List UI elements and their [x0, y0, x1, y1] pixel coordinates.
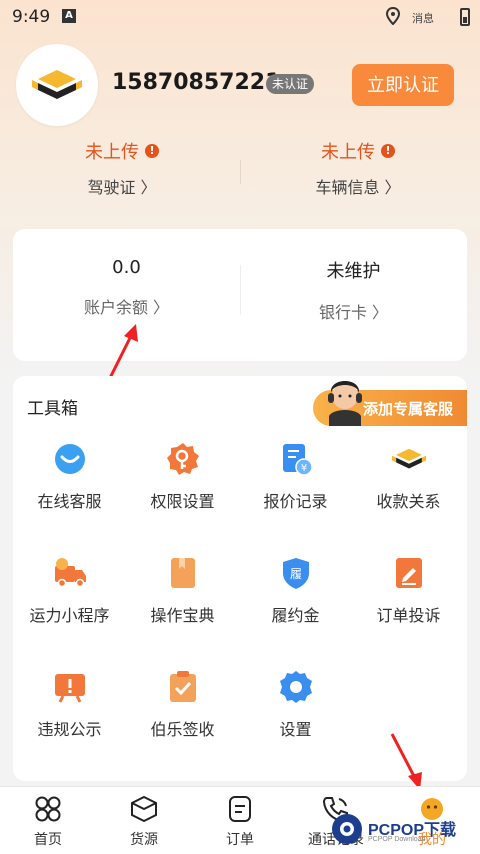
account-card: 0.0 账户余额 〉 未维护 银行卡 〉 — [13, 229, 467, 361]
settings-gear-icon — [280, 671, 312, 703]
quote-record-icon: ¥ — [283, 444, 313, 476]
tool-bole-signoff[interactable]: 伯乐签收 — [126, 670, 239, 760]
nav-label: 货源 — [130, 832, 158, 848]
toolbox-card: 工具箱 添加专属客服 在线客服 权限设置 ¥ 报价记录 收款关系 运力小程序 操… — [13, 376, 467, 781]
tool-online-service[interactable]: 在线客服 — [13, 442, 126, 532]
nav-orders[interactable]: 订单 — [192, 787, 288, 854]
warning-icon: ! — [381, 144, 395, 158]
chat-icon — [55, 444, 85, 474]
nav-label: 订单 — [226, 832, 254, 848]
tool-label: 权限设置 — [150, 492, 215, 511]
account-balance-value: 0.0 — [112, 257, 141, 278]
warning-icon: ! — [145, 144, 159, 158]
brand-logo-icon — [32, 70, 82, 99]
toolbox-title: 工具箱 — [27, 399, 78, 419]
complaint-icon — [396, 558, 422, 588]
status-bar: 9:49 A 消息 — [0, 0, 480, 34]
key-gear-icon — [167, 443, 199, 475]
tool-performance-deposit[interactable]: 履 履约金 — [239, 556, 352, 646]
bank-card-value: 未维护 — [326, 261, 381, 282]
book-icon — [171, 558, 195, 588]
bank-card-item[interactable]: 未维护 银行卡 〉 — [240, 229, 467, 361]
shield-deposit-icon: 履 — [283, 558, 309, 589]
notification-a-icon: A — [62, 9, 76, 23]
verify-now-button[interactable]: 立即认证 — [352, 64, 454, 106]
nav-label: 首页 — [34, 832, 62, 848]
customer-agent-icon — [328, 381, 362, 426]
tool-label: 运力小程序 — [29, 606, 110, 625]
watermark: PCPOP下载 PCPOP Download — [330, 808, 480, 854]
user-phone: 15870857221 — [112, 70, 281, 95]
status-time: 9:49 — [12, 7, 51, 27]
tool-order-complaint[interactable]: 订单投诉 — [352, 556, 465, 646]
home-grid-icon — [35, 796, 61, 822]
avatar[interactable] — [16, 44, 98, 126]
vehicle-info-label: 车辆信息 〉 — [315, 178, 401, 197]
alert-board-icon — [55, 674, 85, 703]
tool-capacity-miniprogram[interactable]: 运力小程序 — [13, 556, 126, 646]
tool-label: 违规公示 — [37, 720, 102, 739]
verify-status-badge: 未认证 — [266, 74, 315, 94]
tool-label: 收款关系 — [376, 492, 441, 511]
cargo-box-icon — [131, 795, 157, 823]
svg-text:¥: ¥ — [301, 463, 307, 474]
svg-text:履: 履 — [290, 567, 302, 581]
tool-violation-notice[interactable]: 违规公示 — [13, 670, 126, 760]
order-icon — [229, 796, 251, 822]
driver-license-label: 驾驶证 〉 — [87, 178, 157, 197]
tool-quote-record[interactable]: ¥ 报价记录 — [239, 442, 352, 532]
annotation-arrow-icon — [390, 733, 422, 790]
tool-settings[interactable]: 设置 — [239, 670, 352, 760]
driver-license-item[interactable]: 未上传! 驾驶证 〉 — [22, 138, 222, 198]
location-icon — [386, 7, 400, 25]
network-label: 消息 — [412, 12, 434, 25]
nav-cargo[interactable]: 货源 — [96, 787, 192, 854]
tool-payment-relation[interactable]: 收款关系 — [352, 442, 465, 532]
tool-label: 报价记录 — [263, 492, 328, 511]
tool-label: 履约金 — [271, 606, 320, 625]
nav-home[interactable]: 首页 — [0, 787, 96, 854]
tool-label: 伯乐签收 — [150, 720, 215, 739]
payment-logo-icon — [392, 448, 426, 469]
vehicle-info-status: 未上传 — [321, 142, 375, 163]
tool-operation-guide[interactable]: 操作宝典 — [126, 556, 239, 646]
tool-label: 设置 — [279, 720, 312, 739]
driver-license-status: 未上传 — [85, 142, 139, 163]
tool-label: 在线客服 — [37, 492, 102, 511]
watermark-logo-icon — [332, 814, 362, 844]
tool-label: 操作宝典 — [150, 606, 215, 625]
add-service-agent-label: 添加专属客服 — [363, 400, 454, 418]
add-service-agent-button[interactable]: 添加专属客服 — [313, 381, 467, 426]
bank-card-label: 银行卡 〉 — [318, 303, 389, 322]
divider — [240, 160, 241, 184]
clipboard-check-icon — [170, 671, 196, 702]
vehicle-info-item[interactable]: 未上传! 车辆信息 〉 — [258, 138, 458, 198]
tool-label: 订单投诉 — [376, 606, 441, 625]
tool-permission-settings[interactable]: 权限设置 — [126, 442, 239, 532]
watermark-subtext: PCPOP Download — [368, 836, 426, 843]
account-balance-label: 账户余额 〉 — [83, 298, 170, 317]
battery-icon — [460, 8, 470, 26]
truck-icon — [55, 558, 86, 588]
